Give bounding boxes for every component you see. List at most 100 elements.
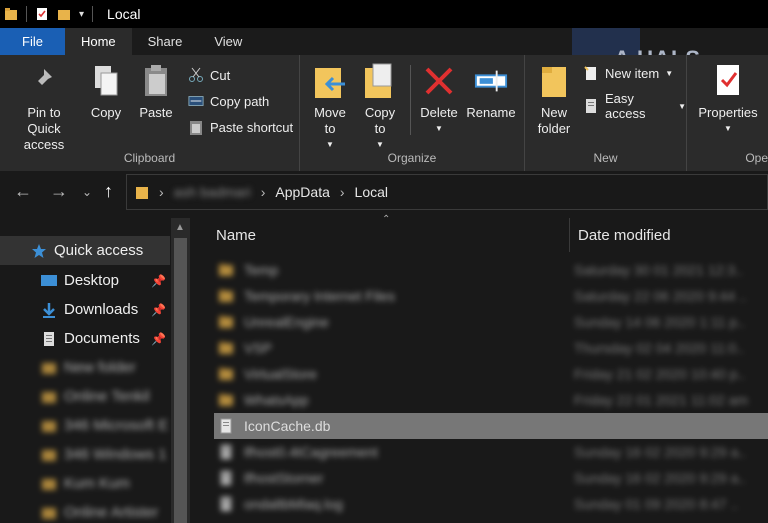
sidebar-item-quick-access[interactable]: Quick access: [0, 236, 170, 265]
file-date-modified: Saturday 30 01 2021 12:3..: [574, 262, 743, 278]
folder-icon: [136, 187, 148, 199]
copy-button[interactable]: Copy: [86, 61, 126, 121]
file-row[interactable]: VirtualStore Friday 21 02 2020 10:40 p..: [214, 361, 768, 387]
file-name: IconCache.db: [244, 418, 331, 434]
column-header-date-modified[interactable]: Date modified: [578, 214, 671, 256]
column-header-name[interactable]: Name: [216, 214, 256, 256]
folder-icon: [40, 504, 58, 522]
breadcrumb-appdata[interactable]: AppData: [275, 184, 329, 200]
folder-icon: [5, 8, 17, 20]
sidebar-item-blurred[interactable]: Kum Kum: [0, 469, 170, 498]
file-row[interactable]: VSP Thursday 02 04 2020 11:0..: [214, 335, 768, 361]
copy-path-button[interactable]: Copy path: [188, 93, 269, 109]
column-divider[interactable]: [569, 218, 570, 252]
file-row[interactable]: lfhostStorner Sunday 16 02 2020 9:29 a..: [214, 465, 768, 491]
new-item-button[interactable]: New item ▼: [583, 65, 673, 81]
open-group: Properties ▼ Ope: [687, 55, 768, 171]
folder-icon: [40, 359, 58, 377]
folder-icon: [40, 446, 58, 464]
file-row[interactable]: UnrealEngine Sunday 14 06 2020 1:11 p..: [214, 309, 768, 335]
breadcrumb-user[interactable]: ash badmari: [174, 184, 251, 200]
move-to-button[interactable]: Move to ▼: [310, 61, 350, 153]
up-arrow-icon[interactable]: ↑: [104, 181, 113, 202]
pin-icon[interactable]: 📌: [151, 332, 166, 346]
file-row[interactable]: lfhost0.4tCagreement Sunday 16 02 2020 9:…: [214, 439, 768, 465]
sidebar-item-blurred[interactable]: Online Artister: [0, 498, 170, 523]
sidebar-item-desktop[interactable]: Desktop 📌: [0, 266, 170, 295]
sidebar-item-label: Kum Kum: [64, 475, 130, 492]
folder-icon: [219, 316, 233, 328]
file-date-modified: Sunday 01 09 2020 8:47 ..: [574, 496, 739, 512]
file-date-modified: Thursday 02 04 2020 11:0..: [574, 340, 745, 356]
pin-icon[interactable]: 📌: [151, 303, 166, 317]
file-row[interactable]: IconCache.db: [214, 413, 768, 439]
chevron-down-icon: ▼: [678, 101, 686, 111]
chevron-down-icon: ▼: [724, 124, 732, 133]
sidebar-item-documents[interactable]: Documents 📌: [0, 324, 170, 353]
sidebar-item-blurred[interactable]: Online Tenkil: [0, 382, 170, 411]
file-name: Temp: [244, 262, 279, 278]
cut-button[interactable]: Cut: [188, 67, 230, 83]
rename-icon: [474, 61, 508, 101]
download-arrow-icon: [40, 301, 58, 319]
sidebar-item-label: Downloads: [64, 301, 139, 318]
new-folder-icon[interactable]: [57, 7, 71, 21]
new-group: New folder New item ▼ Easy access ▼ New: [525, 55, 687, 171]
forward-arrow-icon[interactable]: →: [50, 181, 68, 202]
paste-shortcut-label: Paste shortcut: [210, 119, 294, 135]
file-row[interactable]: Temp Saturday 30 01 2021 12:3..: [214, 257, 768, 283]
new-folder-button[interactable]: New folder: [531, 61, 577, 137]
scroll-up-icon[interactable]: ▲: [175, 222, 185, 233]
file-row[interactable]: WhatsApp Friday 22 01 2021 11:02 am: [214, 387, 768, 413]
scrollbar-thumb[interactable]: [174, 238, 187, 523]
ribbon: Pin to Quick access Copy Paste Cut Copy …: [0, 55, 768, 171]
pin-icon[interactable]: 📌: [151, 274, 166, 288]
back-arrow-icon[interactable]: ←: [14, 181, 32, 202]
rename-button[interactable]: Rename: [466, 61, 516, 121]
copy-to-button[interactable]: Copy to ▼: [358, 61, 402, 153]
easy-access-icon: [583, 98, 599, 114]
navigation-pane: Quick access Desktop 📌 Downloads 📌 Docum…: [0, 214, 170, 523]
sidebar-item-blurred[interactable]: New folder: [0, 353, 170, 382]
scissors-icon: [188, 67, 204, 83]
chevron-right-icon[interactable]: ›: [340, 184, 345, 200]
new-item-label: New item: [605, 65, 660, 81]
recent-locations-chevron-icon[interactable]: ⌄: [82, 185, 92, 199]
easy-access-button[interactable]: Easy access ▼: [583, 91, 686, 121]
file-name: ondaltbMlaq.log: [244, 496, 343, 512]
sidebar-item-blurred[interactable]: 346 Windows 1: [0, 440, 170, 469]
file-row[interactable]: Temporary Internet Files Saturday 22 06 2…: [214, 283, 768, 309]
tab-view[interactable]: View: [198, 28, 258, 55]
tab-share[interactable]: Share: [132, 28, 199, 55]
sidebar-item-label: Documents: [64, 330, 140, 347]
tab-home[interactable]: Home: [64, 28, 132, 55]
properties-button[interactable]: Properties ▼: [695, 61, 761, 137]
folder-icon: [219, 368, 233, 380]
chevron-right-icon[interactable]: ›: [159, 184, 164, 200]
customize-toolbar-chevron-icon[interactable]: ▾: [79, 9, 84, 20]
delete-label: Delete: [420, 105, 458, 120]
sidebar-item-blurred[interactable]: 346 Microsoft E: [0, 411, 170, 440]
paste-button[interactable]: Paste: [136, 61, 176, 121]
pin-to-quick-access-button[interactable]: Pin to Quick access: [6, 61, 82, 153]
navigation-scrollbar[interactable]: ▲: [171, 218, 190, 523]
address-bar[interactable]: › ash badmari › AppData › Local: [126, 174, 768, 210]
folder-icon: [40, 388, 58, 406]
file-name: VSP: [244, 340, 273, 356]
file-date-modified: Sunday 14 06 2020 1:11 p..: [574, 314, 745, 330]
divider: [410, 65, 411, 135]
breadcrumb-local[interactable]: Local: [355, 184, 388, 200]
file-row[interactable]: ondaltbMlaq.log Sunday 01 09 2020 8:47 ..: [214, 491, 768, 517]
sidebar-item-downloads[interactable]: Downloads 📌: [0, 295, 170, 324]
paste-shortcut-button[interactable]: Paste shortcut: [188, 119, 293, 135]
properties-check-icon[interactable]: [35, 7, 49, 21]
folder-icon: [537, 61, 571, 101]
divider: [92, 6, 94, 22]
rename-label: Rename: [466, 105, 516, 120]
chevron-right-icon[interactable]: ›: [261, 184, 266, 200]
file-date-modified: Friday 21 02 2020 10:40 p..: [574, 366, 746, 382]
clipboard-icon: [139, 61, 173, 101]
tab-file[interactable]: File: [0, 28, 65, 55]
copy-to-label: Copy to: [364, 105, 396, 136]
delete-button[interactable]: Delete ▼: [418, 61, 460, 137]
